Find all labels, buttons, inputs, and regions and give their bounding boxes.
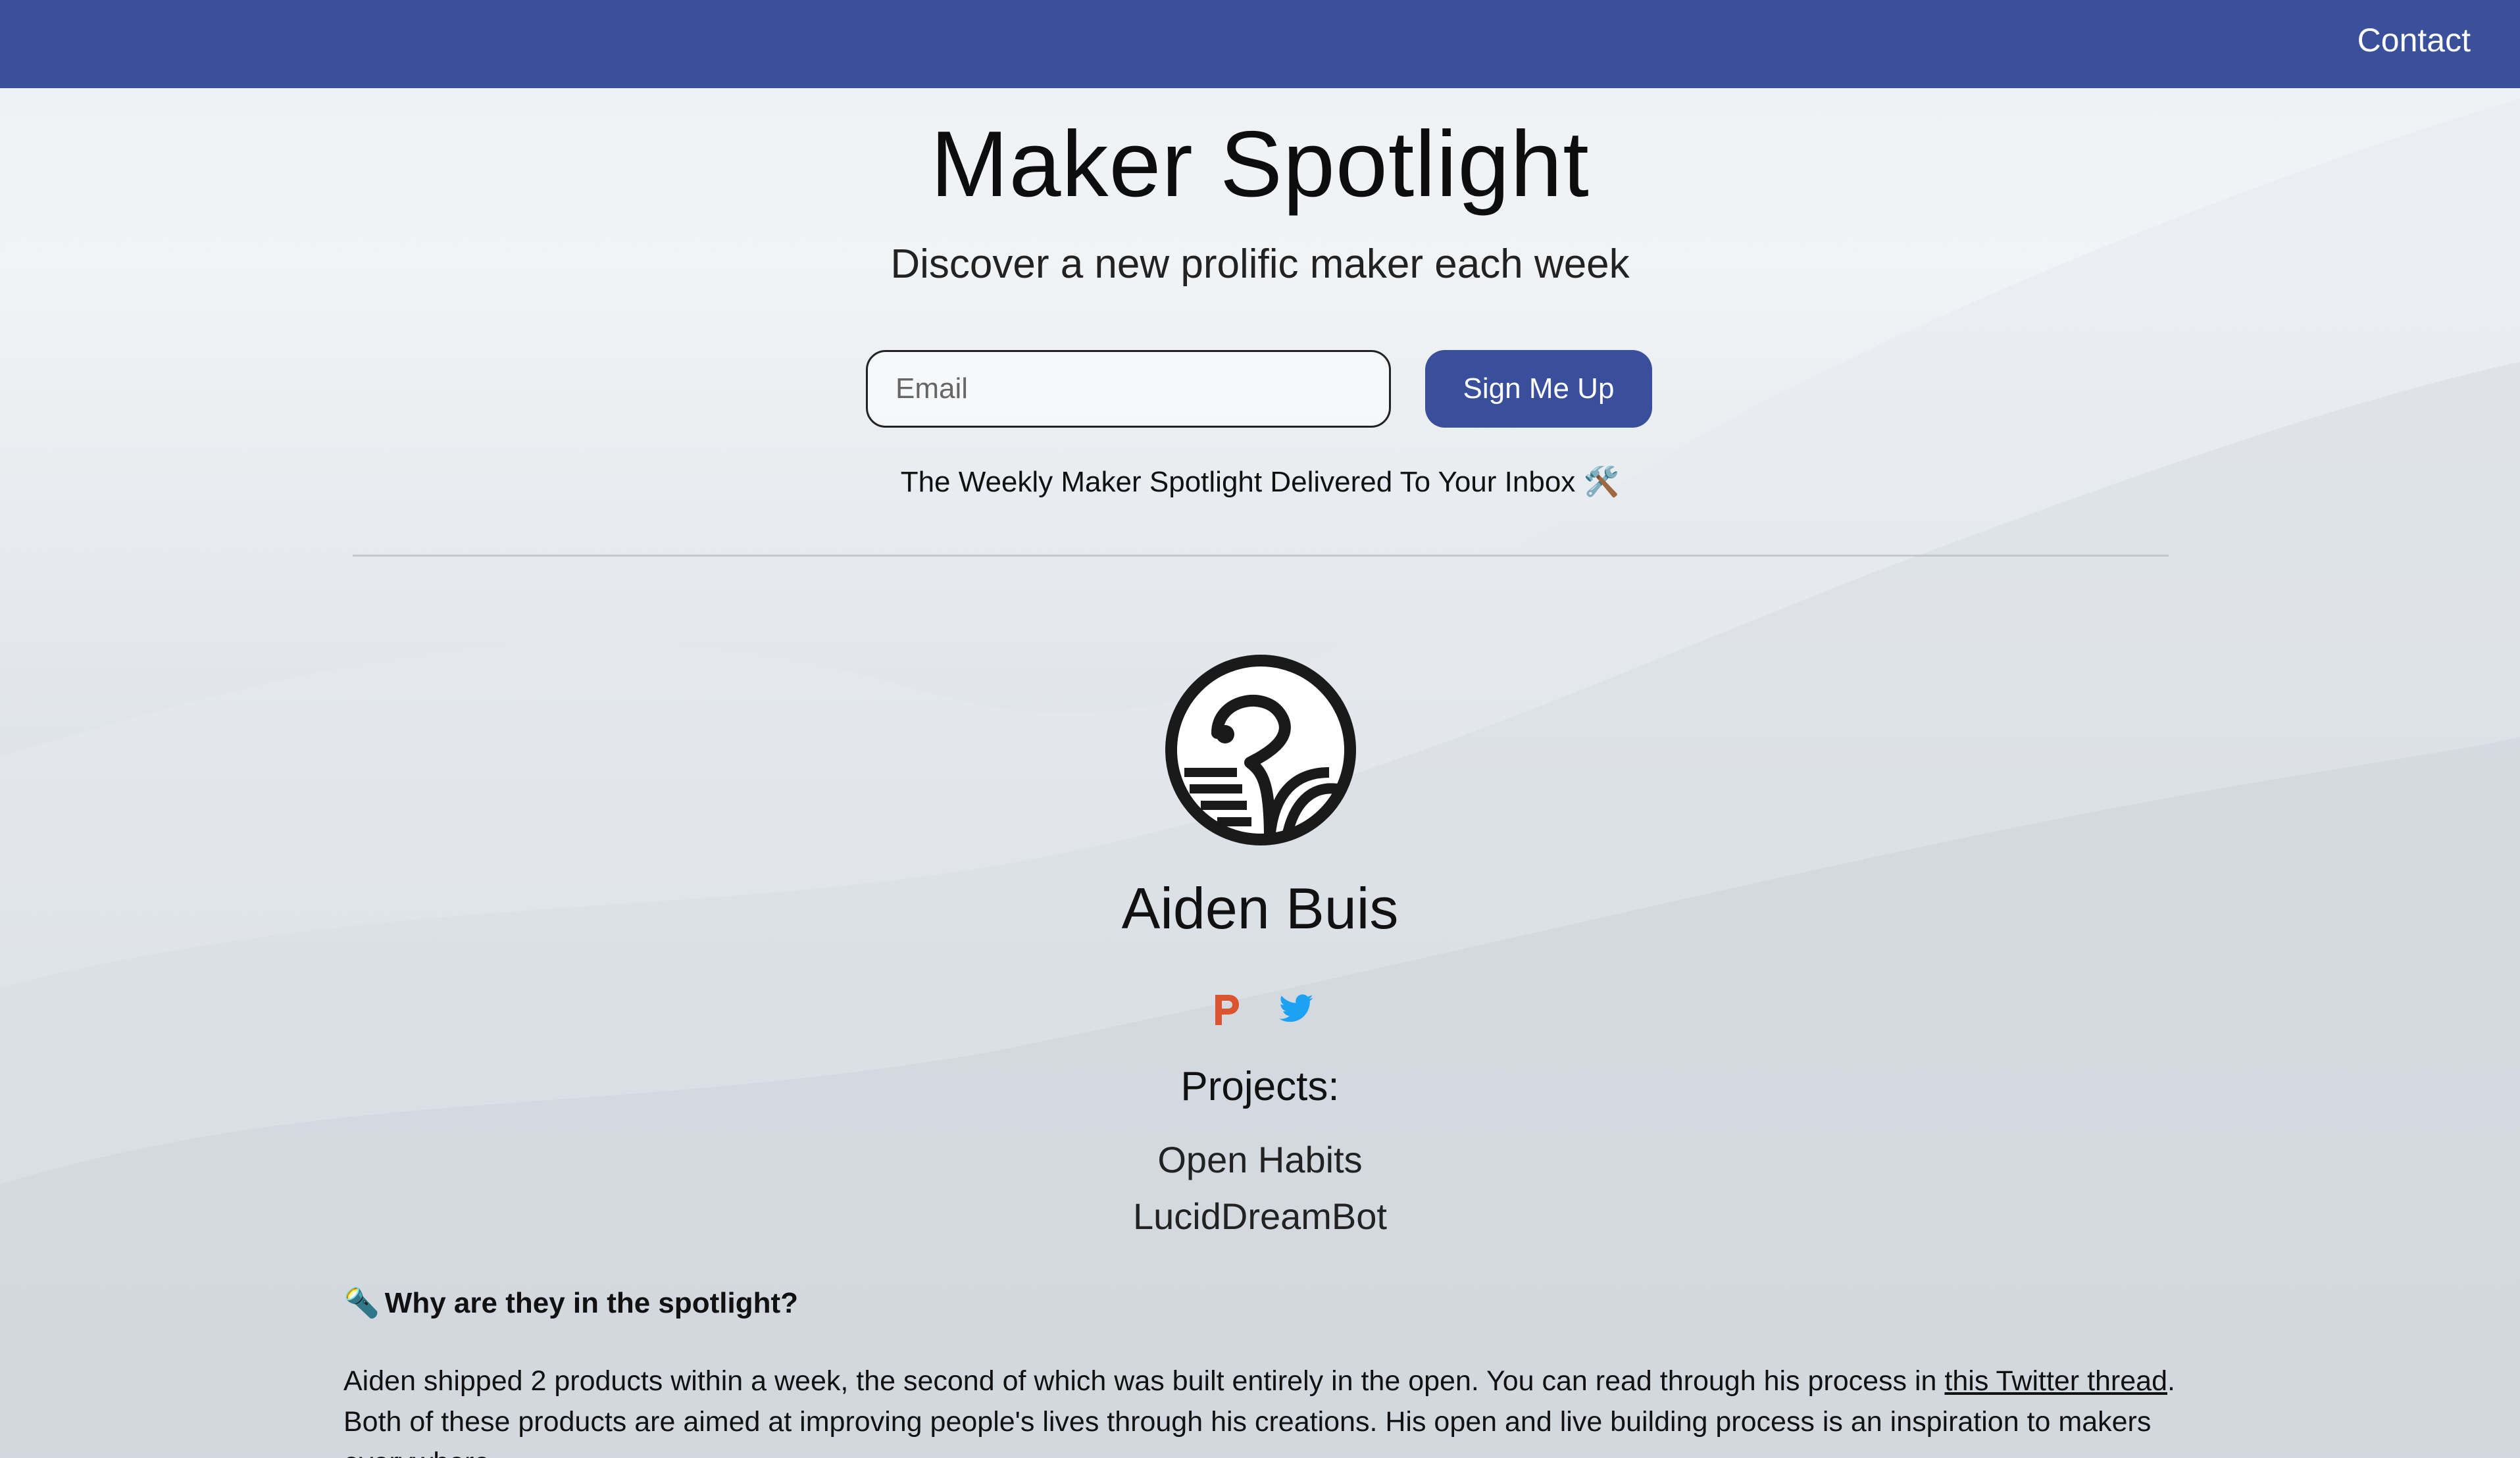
maker-avatar [1165, 655, 1356, 845]
top-nav-bar: Contact [0, 0, 2520, 88]
maker-name: Aiden Buis [1121, 876, 1399, 941]
twitter-thread-link[interactable]: this Twitter thread [1944, 1365, 2167, 1397]
main-content: Maker Spotlight Discover a new prolific … [0, 0, 2520, 1458]
spotlight-heading-text: Why are they in the spotlight? [384, 1287, 799, 1319]
email-input[interactable]: Email [866, 350, 1391, 428]
spotlight-reason-heading: 🔦 Why are they in the spotlight? [343, 1286, 798, 1320]
twitter-icon[interactable] [1278, 991, 1315, 1028]
spotlight-description: Aiden shipped 2 products within a week, … [343, 1361, 2179, 1458]
page-subtitle: Discover a new prolific maker each week [890, 241, 1630, 287]
description-text-part1: Aiden shipped 2 products within a week, … [343, 1365, 1945, 1397]
page-title: Maker Spotlight [930, 112, 1590, 216]
producthunt-icon[interactable] [1207, 991, 1244, 1028]
section-divider [353, 555, 2169, 557]
contact-link[interactable]: Contact [2357, 21, 2471, 59]
project-link-luciddreambot[interactable]: LucidDreamBot [0, 1195, 2520, 1238]
projects-heading: Projects: [1180, 1064, 1340, 1109]
project-link-open-habits[interactable]: Open Habits [0, 1138, 2520, 1181]
sign-me-up-button[interactable]: Sign Me Up [1425, 350, 1652, 428]
newsletter-tagline: The Weekly Maker Spotlight Delivered To … [900, 466, 1620, 498]
flashlight-icon: 🔦 [343, 1287, 380, 1319]
